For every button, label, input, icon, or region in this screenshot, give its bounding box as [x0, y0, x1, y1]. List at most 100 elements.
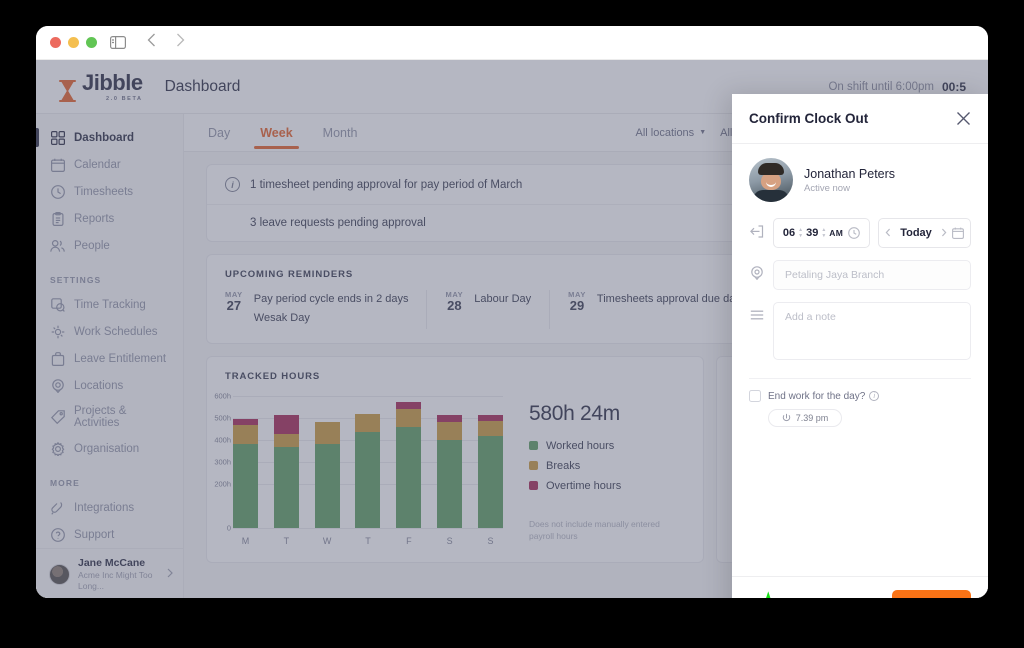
sidebar-item-label: Timesheets — [74, 186, 133, 198]
gridline — [233, 528, 503, 529]
time-input[interactable]: 06 ▲▼ 39 ▲▼ AM — [773, 218, 870, 248]
info-icon[interactable]: i — [869, 391, 879, 401]
legend-swatch — [529, 461, 538, 470]
chevron-right-icon[interactable] — [941, 228, 947, 239]
screenshot-root: Jibble 2.0 BETA Dashboard On shift until… — [0, 0, 1024, 648]
date-input[interactable]: Today — [878, 218, 971, 248]
end-time-label: 7.39 pm — [796, 413, 829, 423]
bar-segment — [233, 419, 258, 426]
sidebar-item-reports[interactable]: Reports — [36, 205, 183, 232]
browser-window: Jibble 2.0 BETA Dashboard On shift until… — [36, 26, 988, 598]
reminder-events: Timesheets approval due dat — [597, 290, 738, 329]
date-value: Today — [894, 227, 938, 239]
tab-month[interactable]: Month — [321, 116, 360, 149]
bar-segment — [315, 422, 340, 444]
bar-column[interactable] — [478, 415, 503, 528]
sidebar-item-locations[interactable]: Locations — [36, 372, 183, 399]
legend-item: Overtime hours — [529, 480, 685, 492]
close-window-button[interactable] — [50, 37, 61, 48]
hour-stepper-icon[interactable]: ▲▼ — [798, 228, 803, 238]
sidebar-item-leave-entitlement[interactable]: Leave Entitlement — [36, 345, 183, 372]
sidebar-item-timesheets[interactable]: Timesheets — [36, 178, 183, 205]
sidebar-user-name: Jane McCane — [78, 557, 159, 570]
end-work-checkbox[interactable] — [749, 390, 761, 402]
x-tick-label: S — [437, 536, 462, 546]
avatar — [49, 564, 70, 585]
minute-stepper-icon[interactable]: ▲▼ — [821, 228, 826, 238]
x-tick-label: S — [478, 536, 503, 546]
time-meridiem[interactable]: AM — [829, 228, 843, 238]
chevron-left-icon[interactable] — [885, 228, 891, 239]
bar-column[interactable] — [396, 402, 421, 528]
cancel-button[interactable]: Cancel — [826, 593, 878, 599]
sidebar-item-organisation[interactable]: Organisation — [36, 435, 183, 462]
app-viewport: Jibble 2.0 BETA Dashboard On shift until… — [36, 60, 988, 598]
person-summary: Jonathan Peters Active now — [732, 144, 988, 212]
filter-locations[interactable]: All locations ▼ — [635, 127, 706, 139]
sidebar-section-more: MORE — [36, 462, 183, 494]
end-time-pill[interactable]: 7.39 pm — [768, 409, 842, 427]
sidebar-item-projects-activities[interactable]: Projects & Activities — [36, 399, 183, 435]
tab-week[interactable]: Week — [258, 116, 294, 149]
note-input[interactable]: Add a note — [773, 302, 971, 360]
avatar — [749, 158, 793, 202]
browser-nav — [147, 33, 185, 52]
clock-out-arrow-icon — [749, 218, 764, 244]
bar-column[interactable] — [315, 422, 340, 528]
close-icon[interactable] — [956, 111, 971, 126]
modal-header: Confirm Clock Out — [732, 94, 988, 144]
end-work-checkbox-row[interactable]: End work for the day? i — [732, 379, 988, 402]
person-status: Active now — [804, 183, 895, 194]
clock-icon[interactable] — [848, 227, 860, 239]
location-input[interactable]: Petaling Jaya Branch — [773, 260, 971, 290]
sidebar-item-label: Dashboard — [74, 132, 134, 144]
back-icon[interactable] — [147, 33, 156, 52]
sidebar-user-account[interactable]: Jane McCane Acme Inc Might Too Long... — [36, 548, 183, 598]
sidebar-item-support[interactable]: Support — [36, 521, 183, 548]
sidebar-item-people[interactable]: People — [36, 232, 183, 259]
time-hour[interactable]: 06 — [783, 227, 795, 239]
reminder-day: 29 — [568, 299, 586, 313]
sidebar-section-settings: SETTINGS — [36, 259, 183, 291]
sidebar-item-label: Reports — [74, 213, 114, 225]
sidebar-item-integrations[interactable]: Integrations — [36, 494, 183, 521]
time-minute[interactable]: 39 — [806, 227, 818, 239]
bar-column[interactable] — [355, 414, 380, 528]
browser-titlebar — [36, 26, 988, 60]
bar-column[interactable] — [437, 415, 462, 527]
bar-column[interactable] — [274, 415, 299, 527]
legend-label: Worked hours — [546, 440, 614, 452]
sidebar: Dashboard Calendar — [36, 114, 184, 598]
bar-column[interactable] — [233, 419, 258, 528]
save-button[interactable]: Save — [892, 590, 971, 599]
sidebar-item-dashboard[interactable]: Dashboard — [36, 124, 183, 151]
bag-icon — [50, 351, 65, 366]
calendar-icon[interactable] — [952, 227, 964, 239]
bar-segment — [478, 415, 503, 422]
tag-icon — [50, 410, 65, 425]
tab-day[interactable]: Day — [206, 116, 232, 149]
reminder-date: MAY 28 — [445, 290, 463, 329]
logo-text: Jibble — [82, 72, 143, 94]
reminder-event: Wesak Day — [254, 309, 409, 328]
location-pin-icon — [749, 260, 764, 286]
x-axis-labels: MTWTFSS — [233, 536, 503, 546]
x-tick-label: F — [396, 536, 421, 546]
sidebar-icon[interactable] — [110, 36, 126, 49]
sidebar-item-label: Integrations — [74, 502, 134, 514]
sidebar-item-label: Projects & Activities — [74, 405, 173, 429]
zoom-window-button[interactable] — [86, 37, 97, 48]
reminder-events: Pay period cycle ends in 2 days Wesak Da… — [254, 290, 409, 329]
end-work-label: End work for the day? i — [768, 391, 879, 402]
sidebar-item-time-tracking[interactable]: Time Tracking — [36, 291, 183, 318]
sidebar-item-work-schedules[interactable]: Work Schedules — [36, 318, 183, 345]
forward-icon[interactable] — [176, 33, 185, 52]
jibble-logo[interactable]: Jibble 2.0 BETA — [58, 72, 143, 102]
minimize-window-button[interactable] — [68, 37, 79, 48]
bar-segment — [437, 440, 462, 527]
sidebar-item-calendar[interactable]: Calendar — [36, 151, 183, 178]
bar-segment — [437, 415, 462, 422]
reminder-event: Pay period cycle ends in 2 days — [254, 290, 409, 309]
legend-swatch — [529, 441, 538, 450]
note-row: Add a note — [732, 296, 988, 366]
